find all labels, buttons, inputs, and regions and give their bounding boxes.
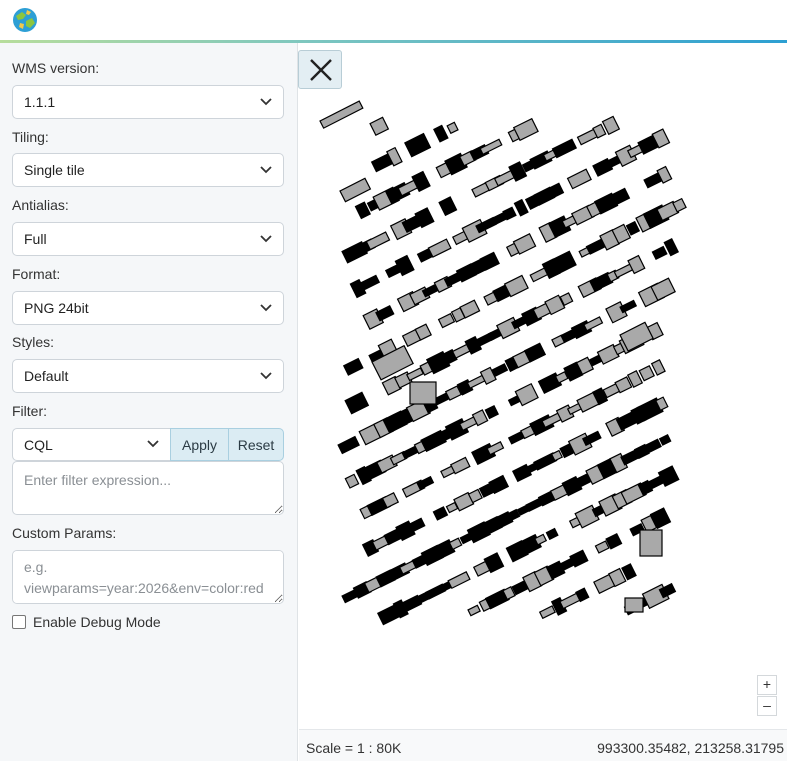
building-footprint (651, 245, 668, 261)
building-footprint (605, 187, 631, 208)
building-footprint (359, 274, 381, 291)
building-footprint (438, 196, 458, 217)
building-footprint (467, 604, 481, 617)
filter-label: Filter: (12, 403, 47, 419)
building-footprint (650, 358, 666, 376)
filter-type-select[interactable]: CQL (12, 428, 171, 461)
building-footprint (624, 597, 644, 613)
building-footprint (491, 363, 509, 377)
building-footprint (437, 312, 456, 329)
debug-mode-checkbox[interactable] (12, 615, 26, 629)
top-bar (0, 0, 787, 43)
building-footprint (369, 116, 390, 137)
antialias-select[interactable]: Full (12, 222, 284, 256)
apply-filter-button[interactable]: Apply (170, 428, 229, 461)
building-footprint (484, 404, 499, 420)
zoom-out-button[interactable]: – (757, 696, 777, 716)
buildings-layer (319, 100, 687, 626)
wms-version-select[interactable]: 1.1.1 (12, 85, 284, 119)
antialias-value: Full (24, 231, 47, 247)
building-footprint (375, 304, 395, 322)
wms-version-value: 1.1.1 (24, 94, 56, 110)
building-footprint (408, 517, 426, 533)
format-value: PNG 24bit (24, 300, 89, 316)
building-footprint (583, 316, 604, 332)
building-footprint (479, 138, 503, 156)
zoom-in-button[interactable]: + (757, 675, 777, 695)
coordinate-readout: 993300.35482, 213258.31795 (597, 740, 784, 756)
building-footprint (344, 391, 370, 415)
filter-row: CQL Apply Reset (12, 428, 284, 461)
scale-readout: Scale = 1 : 80K (306, 740, 402, 756)
close-button[interactable] (298, 50, 342, 89)
reset-filter-button[interactable]: Reset (228, 428, 284, 461)
chevron-down-icon (260, 372, 272, 380)
geoserver-globe-icon[interactable] (11, 6, 39, 34)
chevron-down-icon (147, 440, 159, 448)
building-footprint (566, 168, 592, 190)
building-footprint (365, 231, 391, 251)
chevron-down-icon (260, 304, 272, 312)
custom-params-label: Custom Params: (12, 525, 117, 541)
format-label: Format: (12, 266, 61, 282)
tiling-label: Tiling: (12, 129, 49, 145)
building-footprint (344, 473, 360, 489)
building-footprint (538, 605, 556, 620)
building-footprint (638, 364, 656, 382)
building-footprint (551, 138, 578, 159)
filter-type-value: CQL (24, 437, 53, 453)
building-footprint (645, 438, 662, 453)
chevron-down-icon (260, 166, 272, 174)
building-footprint (545, 527, 559, 541)
wms-version-label: WMS version: (12, 60, 100, 76)
building-footprint (446, 121, 459, 135)
styles-select[interactable]: Default (12, 359, 284, 393)
building-footprint (409, 381, 437, 405)
building-footprint (405, 367, 425, 382)
map-canvas[interactable] (299, 43, 787, 729)
building-footprint (416, 475, 435, 490)
tiling-select[interactable]: Single tile (12, 153, 284, 187)
building-footprint (337, 435, 360, 455)
styles-value: Default (24, 368, 69, 384)
building-footprint (342, 357, 364, 376)
status-bar: Scale = 1 : 80K 993300.35482, 213258.317… (299, 729, 787, 761)
building-footprint (427, 238, 452, 258)
building-footprint (513, 198, 529, 217)
building-footprint (432, 506, 449, 521)
building-footprint (339, 177, 372, 203)
building-footprint (639, 529, 663, 557)
filter-expression-input[interactable] (12, 461, 284, 515)
building-footprint (658, 434, 672, 446)
building-footprint (449, 456, 471, 475)
custom-params-input[interactable] (12, 550, 284, 604)
format-select[interactable]: PNG 24bit (12, 291, 284, 325)
close-icon (310, 59, 332, 81)
styles-label: Styles: (12, 334, 55, 350)
building-footprint (619, 299, 638, 314)
chevron-down-icon (260, 235, 272, 243)
chevron-down-icon (260, 98, 272, 106)
antialias-label: Antialias: (12, 197, 69, 213)
building-footprint (319, 100, 364, 129)
building-footprint (433, 124, 449, 143)
options-sidebar: WMS version: 1.1.1 Tiling: Single tile A… (0, 43, 298, 761)
building-footprint (404, 132, 432, 158)
tiling-value: Single tile (24, 162, 85, 178)
debug-mode-label: Enable Debug Mode (33, 614, 161, 630)
building-footprint (594, 540, 610, 554)
building-footprint (447, 571, 471, 590)
